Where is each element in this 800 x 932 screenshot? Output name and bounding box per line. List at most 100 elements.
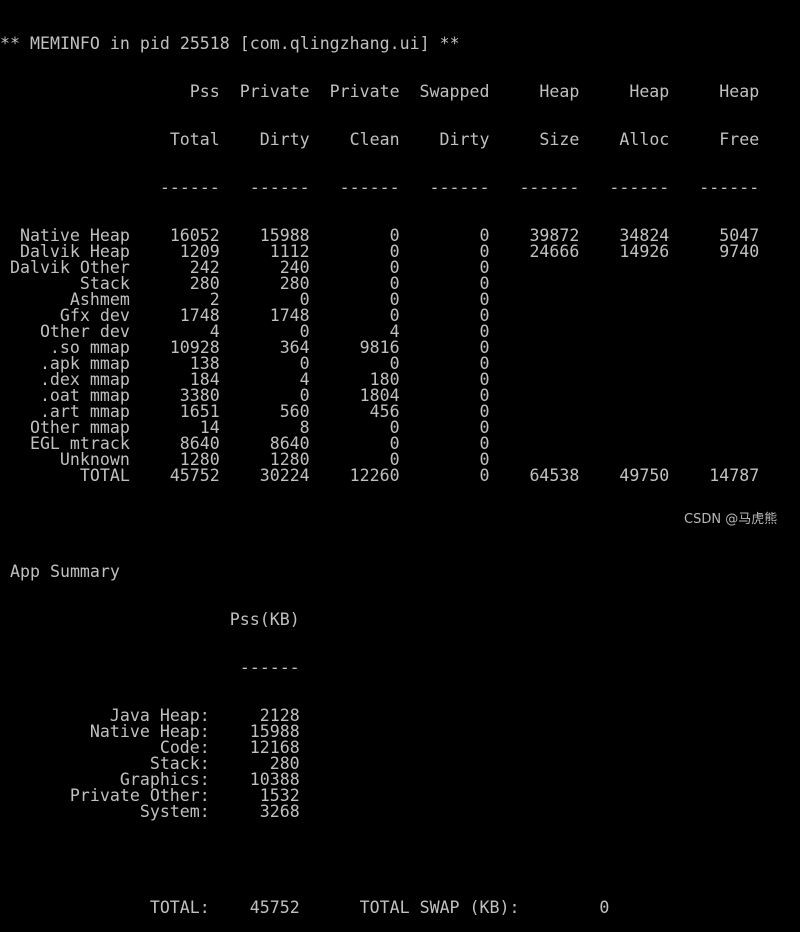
summary-label: Stack: — [149, 754, 210, 773]
cell-value: 456 — [369, 402, 400, 421]
separator: ------ — [239, 658, 300, 677]
cell-value: 0 — [479, 338, 490, 357]
summary-table: Java Heap: 2128 Native Heap: 15988 Code: 1216… — [0, 706, 759, 821]
total-swap-label: TOTAL SWAP (KB): — [359, 898, 520, 917]
cell-value: 0 — [389, 306, 400, 325]
cell-value: 0 — [479, 226, 490, 245]
summary-title: App Summary — [0, 562, 759, 581]
summary-row: Code: 12168 — [0, 738, 759, 757]
cell-value: 0 — [389, 290, 400, 309]
column-header-row-1: Pss Private Private Swapped Heap Heap Heap — [0, 82, 760, 101]
meminfo-title: ** MEMINFO in pid 25518 [com.qlingzhang.… — [0, 34, 460, 53]
cell-value: 0 — [479, 402, 490, 421]
cell-value: 280 — [189, 274, 220, 293]
separator: ------ — [159, 178, 220, 197]
cell-value: 0 — [389, 242, 400, 261]
cell-value: 0 — [479, 418, 490, 437]
cell-value: 14787 — [709, 466, 760, 485]
column-header: Free — [719, 130, 760, 149]
column-header: Heap — [539, 82, 580, 101]
cell-value: 0 — [479, 450, 490, 469]
summary-value: 15988 — [249, 722, 300, 741]
column-header: Private — [329, 82, 400, 101]
column-header: Total — [169, 130, 220, 149]
cell-value: 280 — [279, 274, 310, 293]
cell-value: 0 — [479, 386, 490, 405]
column-header: Private — [239, 82, 310, 101]
summary-label: System: — [139, 802, 210, 821]
cell-value: 0 — [479, 306, 490, 325]
column-header: Dirty — [439, 130, 490, 149]
cell-value: 0 — [479, 290, 490, 309]
summary-header: Pss(KB) — [0, 610, 759, 629]
column-header: Dirty — [259, 130, 310, 149]
cell-value: 9816 — [359, 338, 400, 357]
separator: ------ — [339, 178, 400, 197]
cell-value: 64538 — [529, 466, 580, 485]
cell-value: 24666 — [529, 242, 580, 261]
summary-row: Java Heap: 2128 — [0, 706, 759, 725]
cell-value: 0 — [389, 274, 400, 293]
summary-label: Code: — [159, 738, 210, 757]
cell-value: 12260 — [349, 466, 400, 485]
summary-separator: ------ — [0, 658, 759, 677]
cell-value: 1748 — [179, 306, 220, 325]
cell-value: 0 — [479, 466, 490, 485]
column-separator-row: ------ ------ ------ ------ ------ ------ ----… — [0, 178, 760, 197]
terminal-output[interactable]: ** MEMINFO in pid 25518 [com.qlingzhang.… — [0, 4, 759, 932]
cell-value: 49750 — [619, 466, 670, 485]
cell-value: 9740 — [719, 242, 760, 261]
summary-title-text: App Summary — [10, 562, 120, 581]
summary-value: 280 — [269, 754, 300, 773]
summary-row: Native Heap: 15988 — [0, 722, 759, 741]
summary-row: Graphics: 10388 — [0, 770, 759, 789]
separator: ------ — [519, 178, 580, 197]
cell-value: 14926 — [619, 242, 670, 261]
total-swap-value: 0 — [599, 898, 610, 917]
column-header: Clean — [349, 130, 400, 149]
summary-label: Graphics: — [119, 770, 210, 789]
cell-value: 0 — [479, 434, 490, 453]
cell-value: 30224 — [259, 466, 310, 485]
separator: ------ — [429, 178, 490, 197]
summary-value: 10388 — [249, 770, 300, 789]
cell-value: 4 — [299, 370, 310, 389]
summary-label: Native Heap: — [89, 722, 210, 741]
cell-value: 0 — [479, 258, 490, 277]
separator: ------ — [699, 178, 760, 197]
cell-value: 0 — [389, 258, 400, 277]
column-header: Pss — [189, 82, 220, 101]
summary-column-header: Pss(KB) — [229, 610, 300, 629]
cell-value: 0 — [389, 434, 400, 453]
csdn-watermark: CSDN @马虎熊 — [684, 512, 778, 527]
column-header: Size — [539, 130, 580, 149]
meminfo-table: Native Heap 16052 15988 0 0 39872 34824 5047 Dal… — [0, 226, 760, 485]
cell-value: 1748 — [269, 306, 310, 325]
cell-value: 0 — [389, 418, 400, 437]
cell-value: 0 — [479, 274, 490, 293]
cell-value: 45752 — [169, 466, 220, 485]
column-header: Alloc — [619, 130, 670, 149]
summary-value: 1532 — [259, 786, 300, 805]
summary-total-row: TOTAL: 45752 TOTAL SWAP (KB): 0 — [0, 898, 759, 917]
cell-value: 560 — [279, 402, 310, 421]
cell-value: 0 — [299, 354, 310, 373]
summary-row: Stack: 280 — [0, 754, 759, 773]
cell-value: 0 — [479, 354, 490, 373]
summary-value: 3268 — [259, 802, 300, 821]
table-row: TOTAL 45752 30224 12260 0 64538 49750 14787 — [0, 466, 760, 485]
summary-label: Private Other: — [69, 786, 210, 805]
cell-value: 0 — [479, 370, 490, 389]
summary-row: Private Other: 1532 — [0, 786, 759, 805]
column-header: Heap — [629, 82, 670, 101]
summary-value: 12168 — [249, 738, 300, 757]
row-label: TOTAL — [79, 466, 130, 485]
summary-total-label: TOTAL: — [149, 898, 210, 917]
summary-label: Java Heap: — [109, 706, 210, 725]
cell-value: 0 — [479, 322, 490, 341]
cell-value: 364 — [279, 338, 310, 357]
column-header: Swapped — [419, 82, 490, 101]
cell-value: 0 — [479, 242, 490, 261]
summary-row: System: 3268 — [0, 802, 759, 821]
column-header: Heap — [719, 82, 760, 101]
